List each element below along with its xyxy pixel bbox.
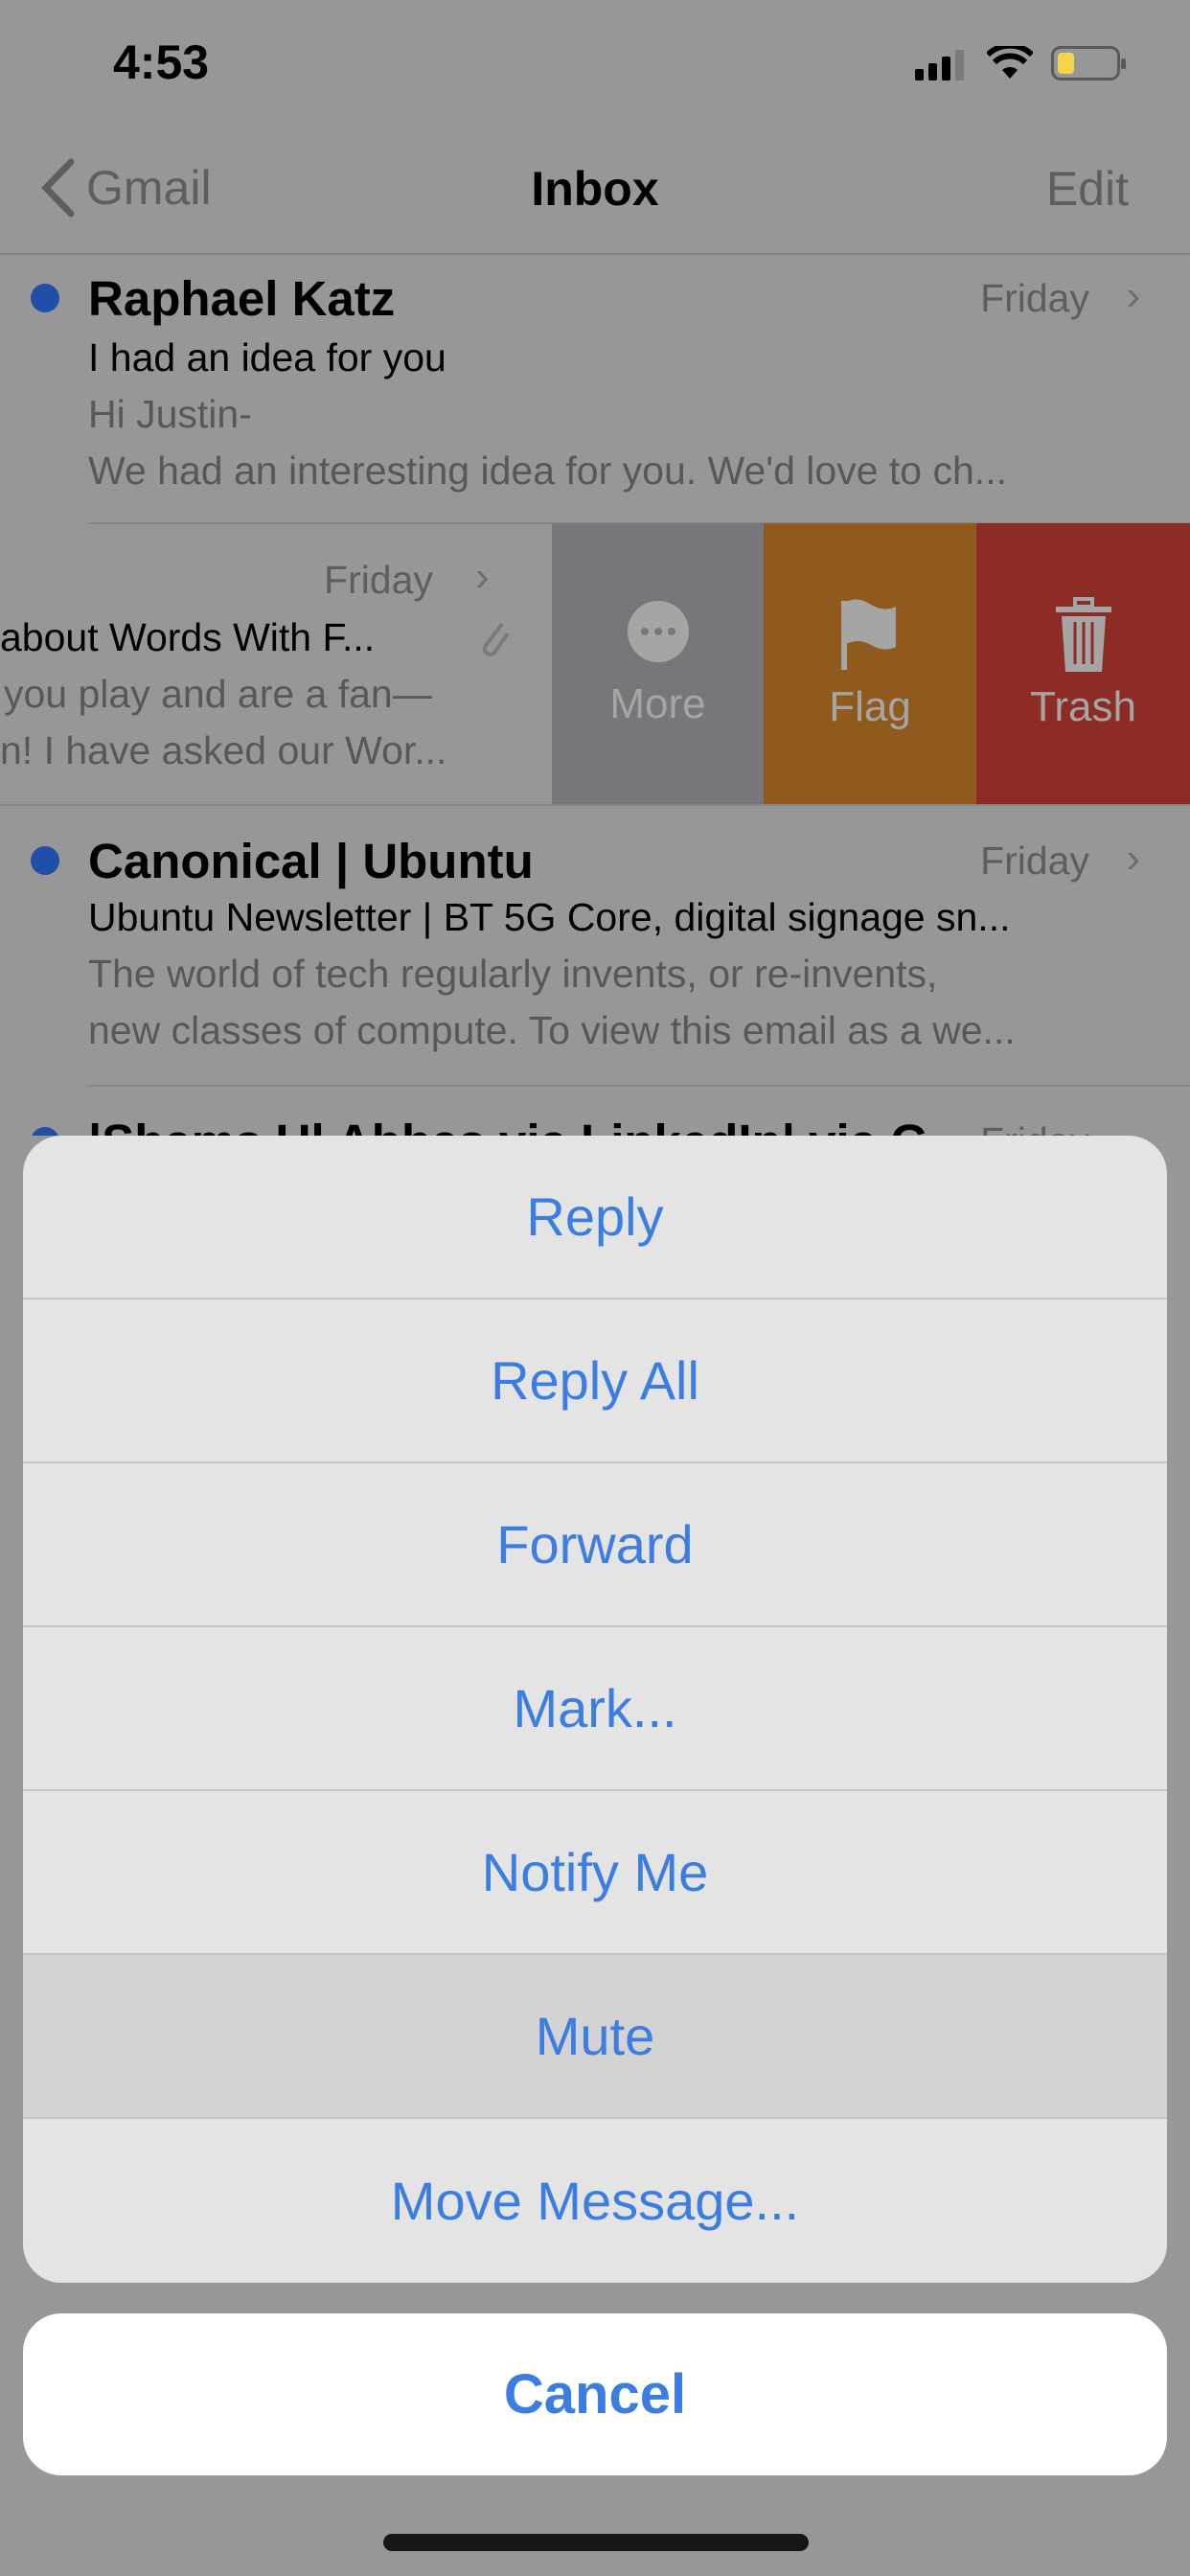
email-row-swiped[interactable]: Friday › about Words With F... you play …: [0, 524, 552, 805]
cancel-button[interactable]: Cancel: [23, 2313, 1167, 2475]
email-row[interactable]: Canonical | Ubuntu Friday › Ubuntu Newsl…: [0, 806, 1190, 1085]
wifi-icon: [987, 46, 1033, 79]
action-label: More: [609, 680, 706, 727]
edit-button[interactable]: Edit: [1046, 161, 1129, 217]
subject: Ubuntu Newsletter | BT 5G Core, digital …: [88, 895, 1011, 939]
unread-dot: [31, 846, 59, 875]
unread-dot: [31, 1127, 59, 1136]
move-message-button[interactable]: Move Message...: [23, 2119, 1167, 2283]
chevron-right-icon: ›: [1126, 272, 1140, 319]
attachment-icon: [482, 622, 510, 656]
subject: about Words With F...: [0, 615, 376, 659]
sender: Raphael Katz: [88, 271, 396, 326]
preview: you play and are a fan—: [4, 672, 432, 716]
status-time: 4:53: [113, 35, 210, 89]
reply-button[interactable]: Reply: [23, 1136, 1167, 1300]
action-label: Flag: [829, 683, 911, 730]
preview: Hi Justin-: [88, 392, 252, 436]
home-indicator[interactable]: [383, 2534, 809, 2551]
date: Friday: [980, 276, 1089, 320]
sender: Canonical | Ubuntu: [88, 834, 534, 888]
action-label: Trash: [1030, 683, 1136, 730]
battery-icon: [1051, 46, 1126, 80]
unread-dot: [31, 284, 59, 312]
preview: The world of tech regularly invents, or …: [88, 952, 938, 996]
sender: |Shams Ul Abbas via LinkedIn| via G...: [88, 1114, 969, 1136]
reply-all-button[interactable]: Reply All: [23, 1300, 1167, 1463]
date: Friday: [980, 1119, 1089, 1136]
flag-icon: [841, 599, 896, 670]
page-title: Inbox: [531, 162, 659, 216]
action-sheet: Reply Reply All Forward Mark... Notify M…: [23, 1136, 1167, 2283]
chevron-right-icon: ›: [475, 553, 490, 600]
chevron-right-icon: ›: [1126, 835, 1140, 882]
more-action-button[interactable]: More: [552, 523, 764, 805]
mark-button[interactable]: Mark...: [23, 1627, 1167, 1791]
email-row[interactable]: |Shams Ul Abbas via LinkedIn| via G... F…: [0, 1087, 1190, 1136]
date: Friday: [324, 558, 433, 602]
preview: We had an interesting idea for you. We'd…: [88, 448, 1007, 493]
email-row[interactable]: Raphael Katz Friday › I had an idea for …: [0, 255, 1190, 523]
preview: n! I have asked our Wor...: [0, 728, 447, 772]
mute-button[interactable]: Mute: [23, 1955, 1167, 2119]
date: Friday: [980, 839, 1089, 883]
subject: I had an idea for you: [88, 335, 446, 380]
trash-icon: [1055, 597, 1111, 672]
trash-action-button[interactable]: Trash: [976, 523, 1190, 805]
preview: new classes of compute. To view this ema…: [88, 1008, 1016, 1052]
more-icon: [627, 601, 689, 662]
signal-icon: [915, 50, 964, 80]
notify-me-button[interactable]: Notify Me: [23, 1791, 1167, 1955]
forward-button[interactable]: Forward: [23, 1463, 1167, 1627]
flag-action-button[interactable]: Flag: [764, 523, 976, 805]
